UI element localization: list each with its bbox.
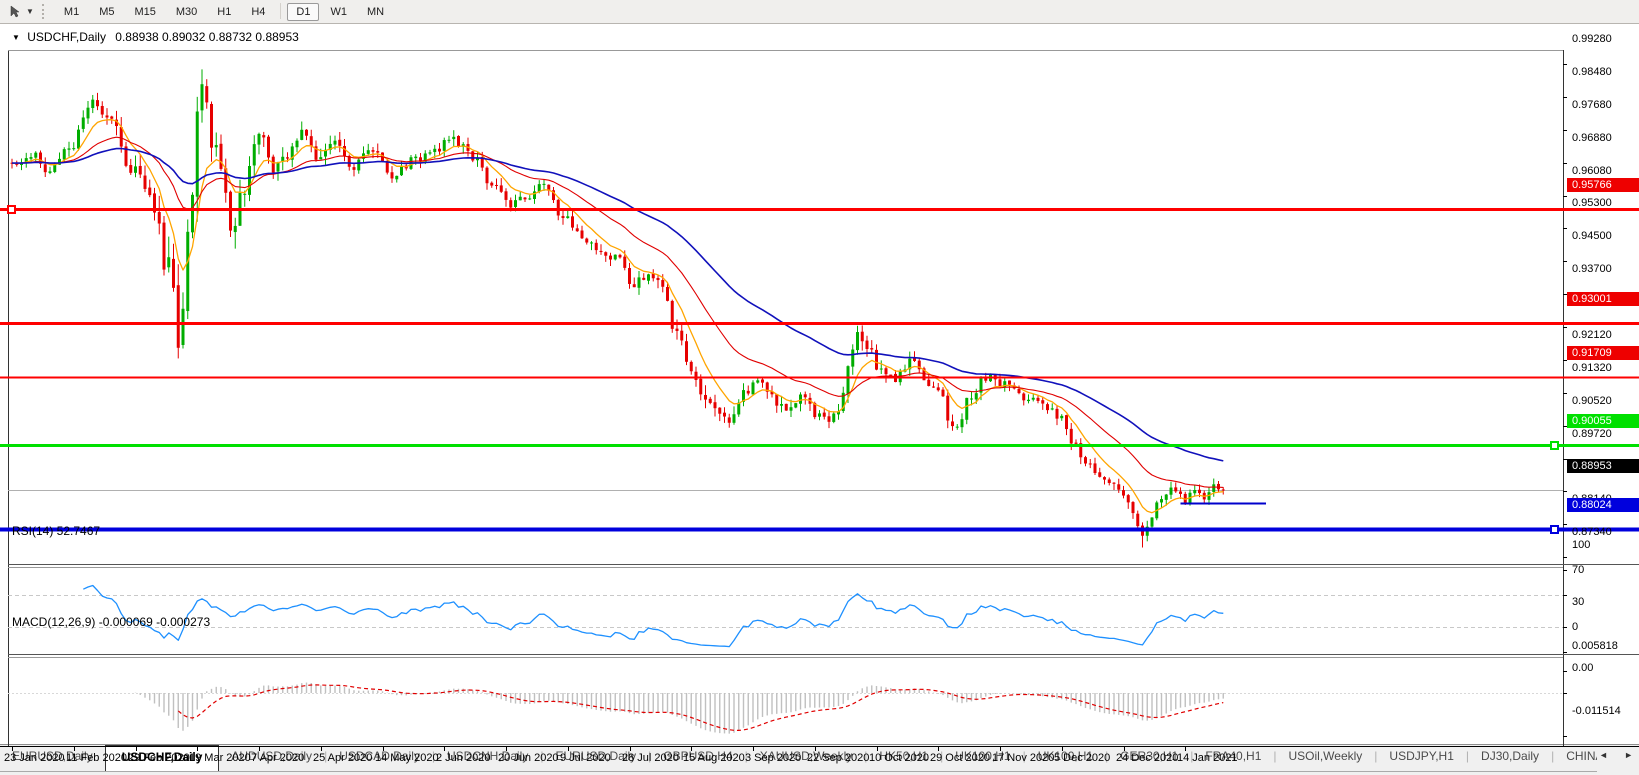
rsi-axis-tick: 0: [1572, 621, 1579, 633]
timeframe-button-mn[interactable]: MN: [358, 3, 393, 21]
chart-collapse-icon[interactable]: ▼: [12, 33, 20, 42]
chart-canvas[interactable]: [0, 24, 1639, 768]
price-axis-tick: 0.92120: [1572, 329, 1612, 341]
price-axis-tick: 0.96080: [1572, 165, 1612, 177]
chart-symbol-label: USDCHF,Daily: [27, 30, 106, 44]
date-axis-label: 19 Mar 2020: [189, 752, 251, 764]
cursor-icon: [10, 5, 20, 17]
timeframe-button-m5[interactable]: M5: [90, 3, 123, 21]
price-level-tag[interactable]: 0.88024: [1567, 498, 1639, 512]
date-axis-label: 10 Oct 2020: [869, 752, 929, 764]
price-axis-tick: 0.95300: [1572, 197, 1612, 209]
date-axis-label: 11 Feb 2020: [66, 752, 127, 764]
date-axis-label: 5 Dec 2020: [1054, 752, 1111, 764]
toolbar-separator: [280, 2, 282, 19]
price-axis-tick: 0.97680: [1572, 99, 1612, 111]
rsi-indicator-label: RSI(14) 52.7467: [12, 524, 101, 538]
date-axis-label: 14 Jan 2021: [1177, 752, 1238, 764]
date-axis-label: 3 Sep 2020: [745, 752, 802, 764]
cursor-tool-button[interactable]: [4, 3, 26, 21]
date-axis-label: 28 Jul 2020: [622, 752, 679, 764]
date-axis-label: 29 Feb 2020: [128, 752, 190, 764]
cursor-tool-caret-icon[interactable]: ▼: [26, 7, 34, 16]
date-axis-label: 2 Jun 2020: [436, 752, 491, 764]
date-axis-label: 20 Jun 2020: [498, 752, 559, 764]
chart-title: ▼ USDCHF,Daily 0.88938 0.89032 0.88732 0…: [12, 30, 299, 44]
date-axis-label: 7 Apr 2020: [251, 752, 305, 764]
timeframe-button-m15[interactable]: M15: [125, 3, 164, 21]
date-axis-label: 14 May 2020: [375, 752, 439, 764]
price-level-tag[interactable]: 0.91709: [1567, 346, 1639, 360]
chart-window: ▼ USDCHF,Daily 0.88938 0.89032 0.88732 0…: [0, 24, 1639, 764]
price-level-tag[interactable]: 0.93001: [1567, 292, 1639, 306]
timeframe-toolbar: ▼ M1 M5 M15 M30 H1 H4 D1 W1 MN: [0, 0, 1639, 24]
price-level-tag[interactable]: 0.95766: [1567, 178, 1639, 192]
price-axis-tick: 0.98480: [1572, 66, 1612, 78]
macd-indicator-label: MACD(12,26,9) -0.000069 -0.000273: [12, 615, 211, 629]
timeframe-button-h4[interactable]: H4: [242, 3, 274, 21]
timeframe-button-w1[interactable]: W1: [321, 3, 356, 21]
price-axis-tick: 0.96880: [1572, 132, 1612, 144]
date-axis-label: 29 Oct 2020: [930, 752, 990, 764]
rsi-axis-tick: 100: [1572, 539, 1591, 551]
price-axis-tick: 0.99280: [1572, 33, 1612, 45]
macd-axis-tick: 0.00: [1572, 662, 1594, 674]
price-axis-tick: 0.87340: [1572, 526, 1612, 538]
timeframe-button-m30[interactable]: M30: [167, 3, 206, 21]
timeframe-button-d1[interactable]: D1: [287, 2, 320, 21]
price-axis-tick: 0.94500: [1572, 230, 1612, 242]
price-axis-tick: 0.93700: [1572, 263, 1612, 275]
timeframe-button-h1[interactable]: H1: [208, 3, 240, 21]
date-axis-label: 17 Nov 2020: [992, 752, 1055, 764]
price-level-tag[interactable]: 0.88953: [1567, 459, 1639, 473]
date-axis-label: 15 Aug 2020: [683, 752, 745, 764]
date-axis-label: 9 Jul 2020: [560, 752, 611, 764]
timeframe-button-m1[interactable]: M1: [55, 3, 88, 21]
macd-axis-tick: 0.005818: [1572, 640, 1618, 652]
date-axis-label: 23 Jan 2020: [4, 752, 65, 764]
price-level-tag[interactable]: 0.90055: [1567, 414, 1639, 428]
toolbar-grip-handle[interactable]: [41, 4, 47, 19]
price-axis-tick: 0.89720: [1572, 428, 1612, 440]
rsi-axis-tick: 70: [1572, 564, 1585, 576]
price-axis-tick: 0.90520: [1572, 395, 1612, 407]
date-axis-label: 22 Sep 2020: [807, 752, 870, 764]
mt4-application-window: ▼ M1 M5 M15 M30 H1 H4 D1 W1 MN ▼ USDCHF,Daily 0.…: [0, 0, 1639, 775]
price-axis-tick: 0.91320: [1572, 362, 1612, 374]
date-axis-label: 24 Dec 2020: [1116, 752, 1179, 764]
macd-axis-tick: -0.011514: [1572, 705, 1621, 717]
date-axis-label: 25 Apr 2020: [313, 752, 373, 764]
rsi-axis-tick: 30: [1572, 596, 1585, 608]
chart-ohlc-values: 0.88938 0.89032 0.88732 0.88953: [115, 30, 299, 44]
timeframe-buttons-group: M1 M5 M15 M30 H1 H4 D1 W1 MN: [54, 2, 394, 21]
